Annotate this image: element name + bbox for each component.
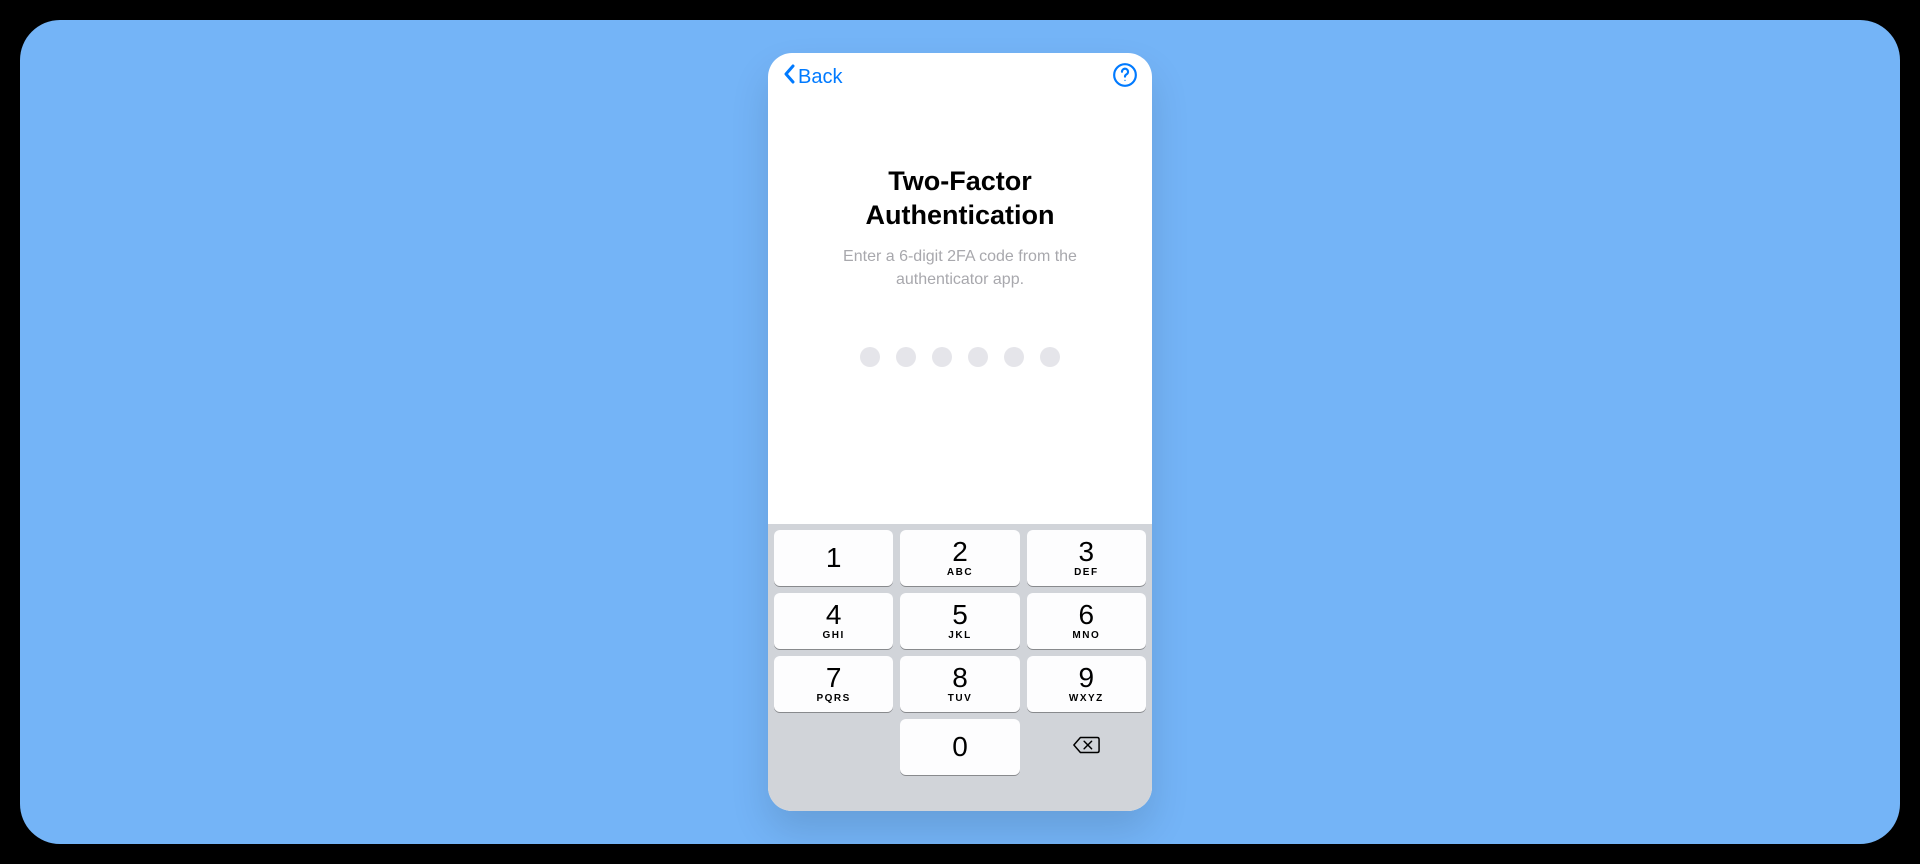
- code-dot: [860, 347, 880, 367]
- keypad-key-7[interactable]: 7 PQRS: [774, 656, 893, 712]
- keypad-key-8[interactable]: 8 TUV: [900, 656, 1019, 712]
- back-label: Back: [798, 66, 842, 89]
- key-letters: DEF: [1074, 567, 1099, 578]
- phone-frame: Back Two-Factor Authentication Enter a 6…: [768, 53, 1152, 811]
- key-letters: TUV: [948, 693, 973, 704]
- key-letters: ABC: [947, 567, 973, 578]
- keypad-key-0[interactable]: 0: [900, 719, 1019, 775]
- code-dot: [1040, 347, 1060, 367]
- page-title: Two-Factor Authentication: [810, 165, 1110, 233]
- chevron-left-icon: [782, 64, 796, 90]
- stage-background: Back Two-Factor Authentication Enter a 6…: [20, 20, 1900, 844]
- key-digit: 8: [952, 664, 968, 692]
- help-button[interactable]: [1112, 64, 1138, 90]
- code-dot: [1004, 347, 1024, 367]
- key-letters: PQRS: [816, 693, 850, 704]
- key-letters: GHI: [823, 630, 845, 641]
- key-digit: 6: [1079, 601, 1095, 629]
- key-digit: 2: [952, 538, 968, 566]
- key-digit: 0: [952, 733, 968, 761]
- keypad-key-1[interactable]: 1: [774, 530, 893, 586]
- keypad-key-5[interactable]: 5 JKL: [900, 593, 1019, 649]
- key-digit: 4: [826, 601, 842, 629]
- numeric-keypad: 1 2 ABC 3 DEF 4 GHI 5 J: [768, 524, 1152, 811]
- keypad-key-4[interactable]: 4 GHI: [774, 593, 893, 649]
- backspace-icon: [1072, 735, 1100, 760]
- code-dot: [968, 347, 988, 367]
- key-letters: MNO: [1072, 630, 1100, 641]
- key-digit: 9: [1079, 664, 1095, 692]
- key-letters: WXYZ: [1069, 693, 1104, 704]
- keypad-key-2[interactable]: 2 ABC: [900, 530, 1019, 586]
- main-content: Two-Factor Authentication Enter a 6-digi…: [768, 101, 1152, 524]
- key-digit: 1: [826, 544, 842, 572]
- code-dot: [896, 347, 916, 367]
- help-icon: [1112, 62, 1138, 93]
- code-dot: [932, 347, 952, 367]
- key-digit: 5: [952, 601, 968, 629]
- key-digit: 3: [1079, 538, 1095, 566]
- keypad-key-9[interactable]: 9 WXYZ: [1027, 656, 1146, 712]
- key-letters: JKL: [948, 630, 971, 641]
- keypad-delete-button[interactable]: [1027, 719, 1146, 775]
- key-digit: 7: [826, 664, 842, 692]
- keypad-spacer: [774, 719, 893, 775]
- code-input-dots[interactable]: [860, 347, 1060, 367]
- keypad-key-3[interactable]: 3 DEF: [1027, 530, 1146, 586]
- page-subtitle: Enter a 6-digit 2FA code from the authen…: [820, 245, 1100, 291]
- back-button[interactable]: Back: [782, 64, 842, 90]
- keypad-key-6[interactable]: 6 MNO: [1027, 593, 1146, 649]
- nav-bar: Back: [768, 53, 1152, 101]
